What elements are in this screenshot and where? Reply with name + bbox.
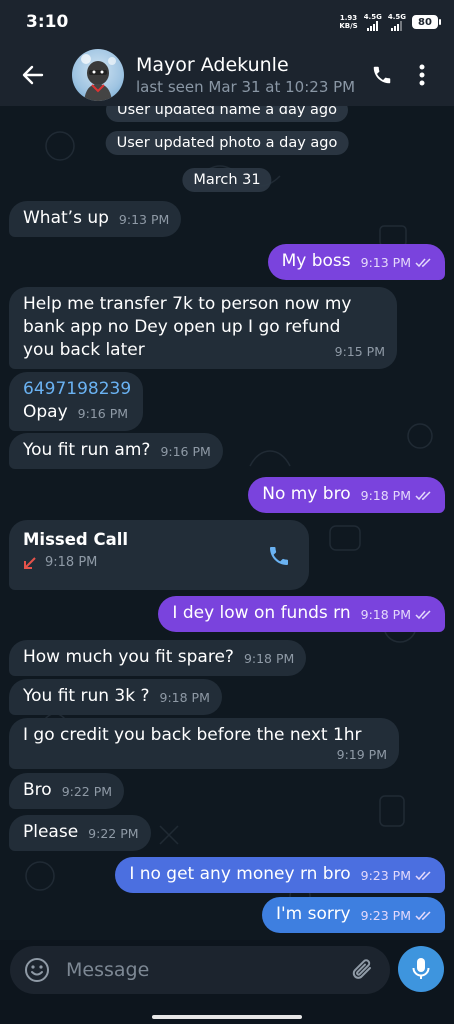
missed-call-card[interactable]: Missed Call 9:18 PM [9,520,309,590]
phone-icon[interactable] [267,544,291,568]
call-button[interactable] [362,55,402,95]
message-input-bar: Message [10,946,390,994]
contact-info[interactable]: Mayor Adekunle last seen Mar 31 at 10:23… [136,54,362,96]
message-time: 9:16 PM [160,444,211,459]
message-time: 9:18 PM [243,651,295,666]
battery-icon: 80 [412,15,441,29]
message-time: 9:23 PM [361,904,433,927]
message-incoming[interactable]: 6497198239 Opay 9:16 PM [9,372,144,431]
message-outgoing[interactable]: I no get any money rn bro 9:23 PM [115,857,445,893]
message-incoming[interactable]: I go credit you back before the next 1hr… [9,718,399,769]
service-message: User updated name a day ago [105,106,349,122]
message-time: 9:18 PM [361,603,433,626]
record-voice-button[interactable] [398,946,444,992]
status-time: 3:10 [26,12,69,32]
chat-header: Mayor Adekunle last seen Mar 31 at 10:23… [0,44,454,106]
message-time: 9:13 PM [118,212,170,227]
message-time: 9:22 PM [88,826,139,841]
microphone-icon [412,958,430,979]
status-icons: 1.93 KB/S 4.5G 4.5G 80 [339,13,441,31]
chat-area[interactable]: User updated name a day ago User updated… [0,106,454,940]
message-input[interactable]: Message [66,959,350,981]
message-time: 9:18 PM [361,484,433,507]
paperclip-icon[interactable] [350,957,376,983]
network-speed: 1.93 KB/S [339,14,358,30]
back-button[interactable] [18,60,48,90]
message-time: 9:22 PM [61,784,113,799]
contact-name: Mayor Adekunle [136,54,289,76]
signal-icon: 4.5G [364,13,382,31]
message-incoming[interactable]: What’s up 9:13 PM [9,201,182,237]
emoji-icon[interactable] [24,957,50,983]
message-incoming[interactable]: You fit run am? 9:16 PM [9,433,223,469]
message-outgoing[interactable]: My boss 9:13 PM [267,244,445,280]
missed-call-arrow-icon [24,556,36,569]
avatar[interactable] [72,49,124,101]
signal-icon: 4.5G [388,13,406,31]
more-vert-icon [419,64,425,86]
message-time: 9:15 PM [334,344,385,359]
message-incoming[interactable]: How much you fit spare? 9:18 PM [9,640,307,676]
phone-number-link[interactable]: 6497198239 [23,378,131,401]
message-time: 9:18 PM [159,690,210,705]
service-message: User updated photo a day ago [105,131,349,155]
status-bar: 3:10 1.93 KB/S 4.5G 4.5G 80 [0,0,454,44]
avatar-image [81,54,116,101]
message-outgoing[interactable]: I'm sorry 9:23 PM [261,897,445,933]
gesture-bar[interactable] [152,1015,302,1019]
message-time: 9:23 PM [361,864,433,887]
message-incoming[interactable]: Please 9:22 PM [9,815,151,851]
menu-button[interactable] [402,55,442,95]
missed-call-title: Missed Call [23,530,129,549]
message-time: 9:16 PM [77,406,129,421]
double-check-icon [415,610,431,620]
message-incoming[interactable]: You fit run 3k ? 9:18 PM [9,679,222,715]
missed-call-time: 9:18 PM [45,555,98,570]
message-time: 9:13 PM [361,251,433,274]
date-separator: March 31 [182,168,272,192]
phone-icon [373,66,391,84]
message-incoming[interactable]: Bro 9:22 PM [9,773,125,809]
double-check-icon [415,258,431,268]
message-outgoing[interactable]: I dey low on funds rn 9:18 PM [158,596,445,632]
arrow-left-icon [22,65,44,85]
message-outgoing[interactable]: No my bro 9:18 PM [248,477,445,513]
double-check-icon [415,911,431,921]
message-incoming[interactable]: Help me transfer 7k to person now my ban… [9,287,397,369]
message-time: 9:19 PM [336,747,387,762]
double-check-icon [415,871,431,881]
last-seen: last seen Mar 31 at 10:23 PM [136,78,356,96]
double-check-icon [415,491,431,501]
